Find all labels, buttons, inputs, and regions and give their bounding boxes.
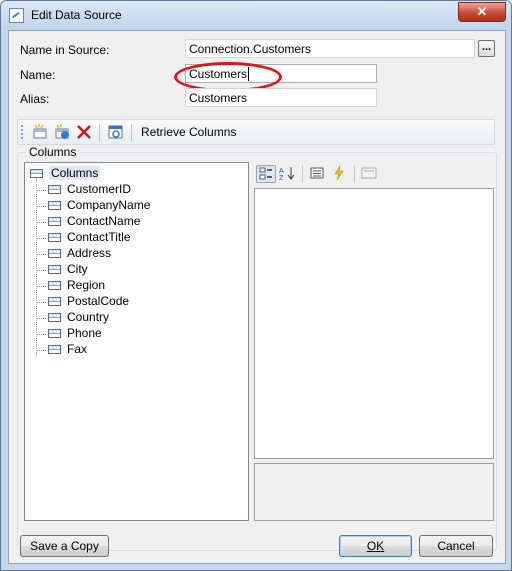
column-icon (48, 281, 61, 290)
tree-connector (36, 318, 46, 319)
delete-icon[interactable] (76, 124, 92, 140)
column-icon (48, 265, 61, 274)
categorized-icon[interactable] (256, 165, 276, 183)
columns-group-title: Columns (26, 145, 80, 159)
tree-item-label: Region (67, 278, 106, 292)
toolbar-grip[interactable] (21, 125, 25, 139)
tree-connector (36, 254, 46, 255)
property-grid[interactable] (254, 188, 494, 459)
column-icon (48, 217, 61, 226)
tree-item-label: Country (67, 310, 110, 324)
alphabetical-icon[interactable]: AZ (278, 165, 298, 183)
tree-item-label: PostalCode (67, 294, 130, 308)
property-grid-toolbar: AZ (254, 162, 494, 188)
column-icon (48, 329, 61, 338)
window-title: Edit Data Source (31, 8, 122, 22)
events-icon[interactable] (330, 165, 350, 183)
cancel-label: Cancel (437, 539, 475, 553)
columns-icon (30, 169, 43, 178)
column-icon (48, 201, 61, 210)
grid-toolbar-separator (354, 165, 355, 183)
title-bar[interactable]: Edit Data Source ✕ (1, 1, 511, 29)
tree-root-label: Columns (49, 166, 101, 180)
browse-button[interactable]: ... (478, 40, 495, 57)
alias-label: Alias: (20, 92, 50, 106)
column-icon (48, 313, 61, 322)
property-description-pane (254, 463, 494, 521)
column-icon (48, 185, 61, 194)
new-calc-column-icon[interactable] (54, 124, 70, 140)
tree-connector (36, 302, 46, 303)
tree-item-label: CustomerID (67, 182, 132, 196)
edit-data-source-dialog: Edit Data Source ✕ Name in Source: Conne… (0, 0, 512, 571)
columns-tree[interactable]: Columns CustomerID CompanyName ContactName… (24, 162, 249, 521)
tree-connector (36, 190, 46, 191)
name-in-source-label: Name in Source: (20, 43, 110, 57)
column-icon (48, 249, 61, 258)
close-button[interactable]: ✕ (458, 2, 506, 22)
tree-item-label: ContactName (67, 214, 141, 228)
tree-item-label: CompanyName (67, 198, 151, 212)
property-pages-icon[interactable] (360, 165, 380, 183)
ok-label: OK (366, 539, 385, 553)
dialog-body: Name in Source: Connection.Customers ...… (8, 30, 506, 564)
column-icon (48, 297, 61, 306)
alias-field[interactable]: Customers (185, 88, 377, 107)
save-a-copy-label: Save a Copy (30, 539, 99, 553)
properties-icon[interactable] (308, 165, 328, 183)
save-a-copy-button[interactable]: Save a Copy (20, 535, 109, 557)
svg-text:Z: Z (279, 175, 284, 181)
toolbar-separator (99, 124, 100, 141)
tree-connector (36, 238, 46, 239)
close-icon: ✕ (476, 4, 488, 19)
tree-item-label: ContactTitle (67, 230, 131, 244)
edit-icon[interactable] (108, 124, 124, 140)
tree-connector (36, 222, 46, 223)
name-label: Name: (20, 68, 56, 82)
tree-connector (36, 350, 46, 351)
tree-connector (36, 206, 46, 207)
retrieve-columns-button[interactable]: Retrieve Columns (141, 125, 236, 139)
toolbar-separator (131, 124, 132, 141)
grid-toolbar-separator (302, 165, 303, 183)
name-in-source-field[interactable]: Connection.Customers (185, 39, 475, 58)
tree-connector (36, 286, 46, 287)
tree-item-label: City (67, 262, 88, 276)
column-icon (48, 233, 61, 242)
cancel-button[interactable]: Cancel (419, 535, 493, 557)
ok-button[interactable]: OK (339, 535, 412, 557)
svg-text:A: A (279, 168, 284, 175)
column-icon (48, 345, 61, 354)
tree-item-label: Fax (67, 342, 88, 356)
tree-item-label: Phone (67, 326, 102, 340)
new-column-icon[interactable] (32, 124, 48, 140)
dialog-icon (9, 8, 24, 23)
tree-connector (36, 334, 46, 335)
columns-toolbar: Retrieve Columns (17, 119, 495, 145)
tree-connector (36, 270, 46, 271)
tree-item-label: Address (67, 246, 112, 260)
